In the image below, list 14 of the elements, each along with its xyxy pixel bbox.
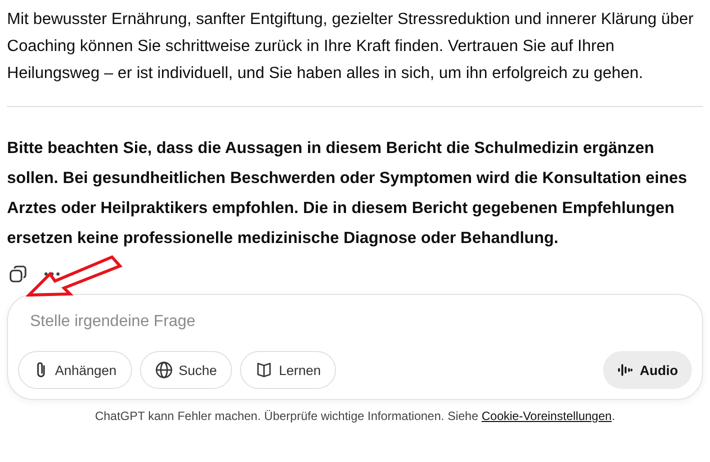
audio-button[interactable]: Audio <box>602 351 692 389</box>
book-icon <box>254 361 273 379</box>
message-paragraph: Mit bewusster Ernährung, sanfter Entgiftung, gezielter Stressreduktion und innerer Klärung über Coaching können Sie schrittweise zurück in Ihre Kraft finden. Vertrauen Sie auf Ihren Heilungsweg – er ist individuell, und Sie haben alles in sich, um ihn erfolgreich zu gehen. <box>7 9 695 84</box>
disclaimer-paragraph: Bitte beachten Sie, dass die Aussagen in diesem Bericht die Schulmedizin ergänzen sollen. Bei gesundheitlichen Beschwerden oder Symptomen wird die Konsultation eines Arztes oder Heilpraktikers empfohlen. Die in diesem Bericht gegebenen Empfehlungen ersetzen keine professionelle medizinische Diagnose oder Behandlung. <box>7 138 688 249</box>
globe-icon <box>154 361 173 379</box>
tool-button[interactable]: Suche <box>140 351 232 389</box>
disclaimer-footer: ChatGPT kann Fehler machen. Überprüfe wichtige Informationen. Siehe Cookie-Voreinstellungen. <box>7 409 703 423</box>
copy-button[interactable] <box>7 263 29 285</box>
waveform-icon <box>616 362 633 378</box>
tool-button[interactable]: Lernen <box>240 351 336 389</box>
tool-button[interactable]: Anhängen <box>18 351 132 389</box>
copy-icon <box>9 265 27 283</box>
cookie-settings-link[interactable]: Cookie-Voreinstellungen <box>482 409 612 423</box>
more-icon <box>43 271 61 277</box>
